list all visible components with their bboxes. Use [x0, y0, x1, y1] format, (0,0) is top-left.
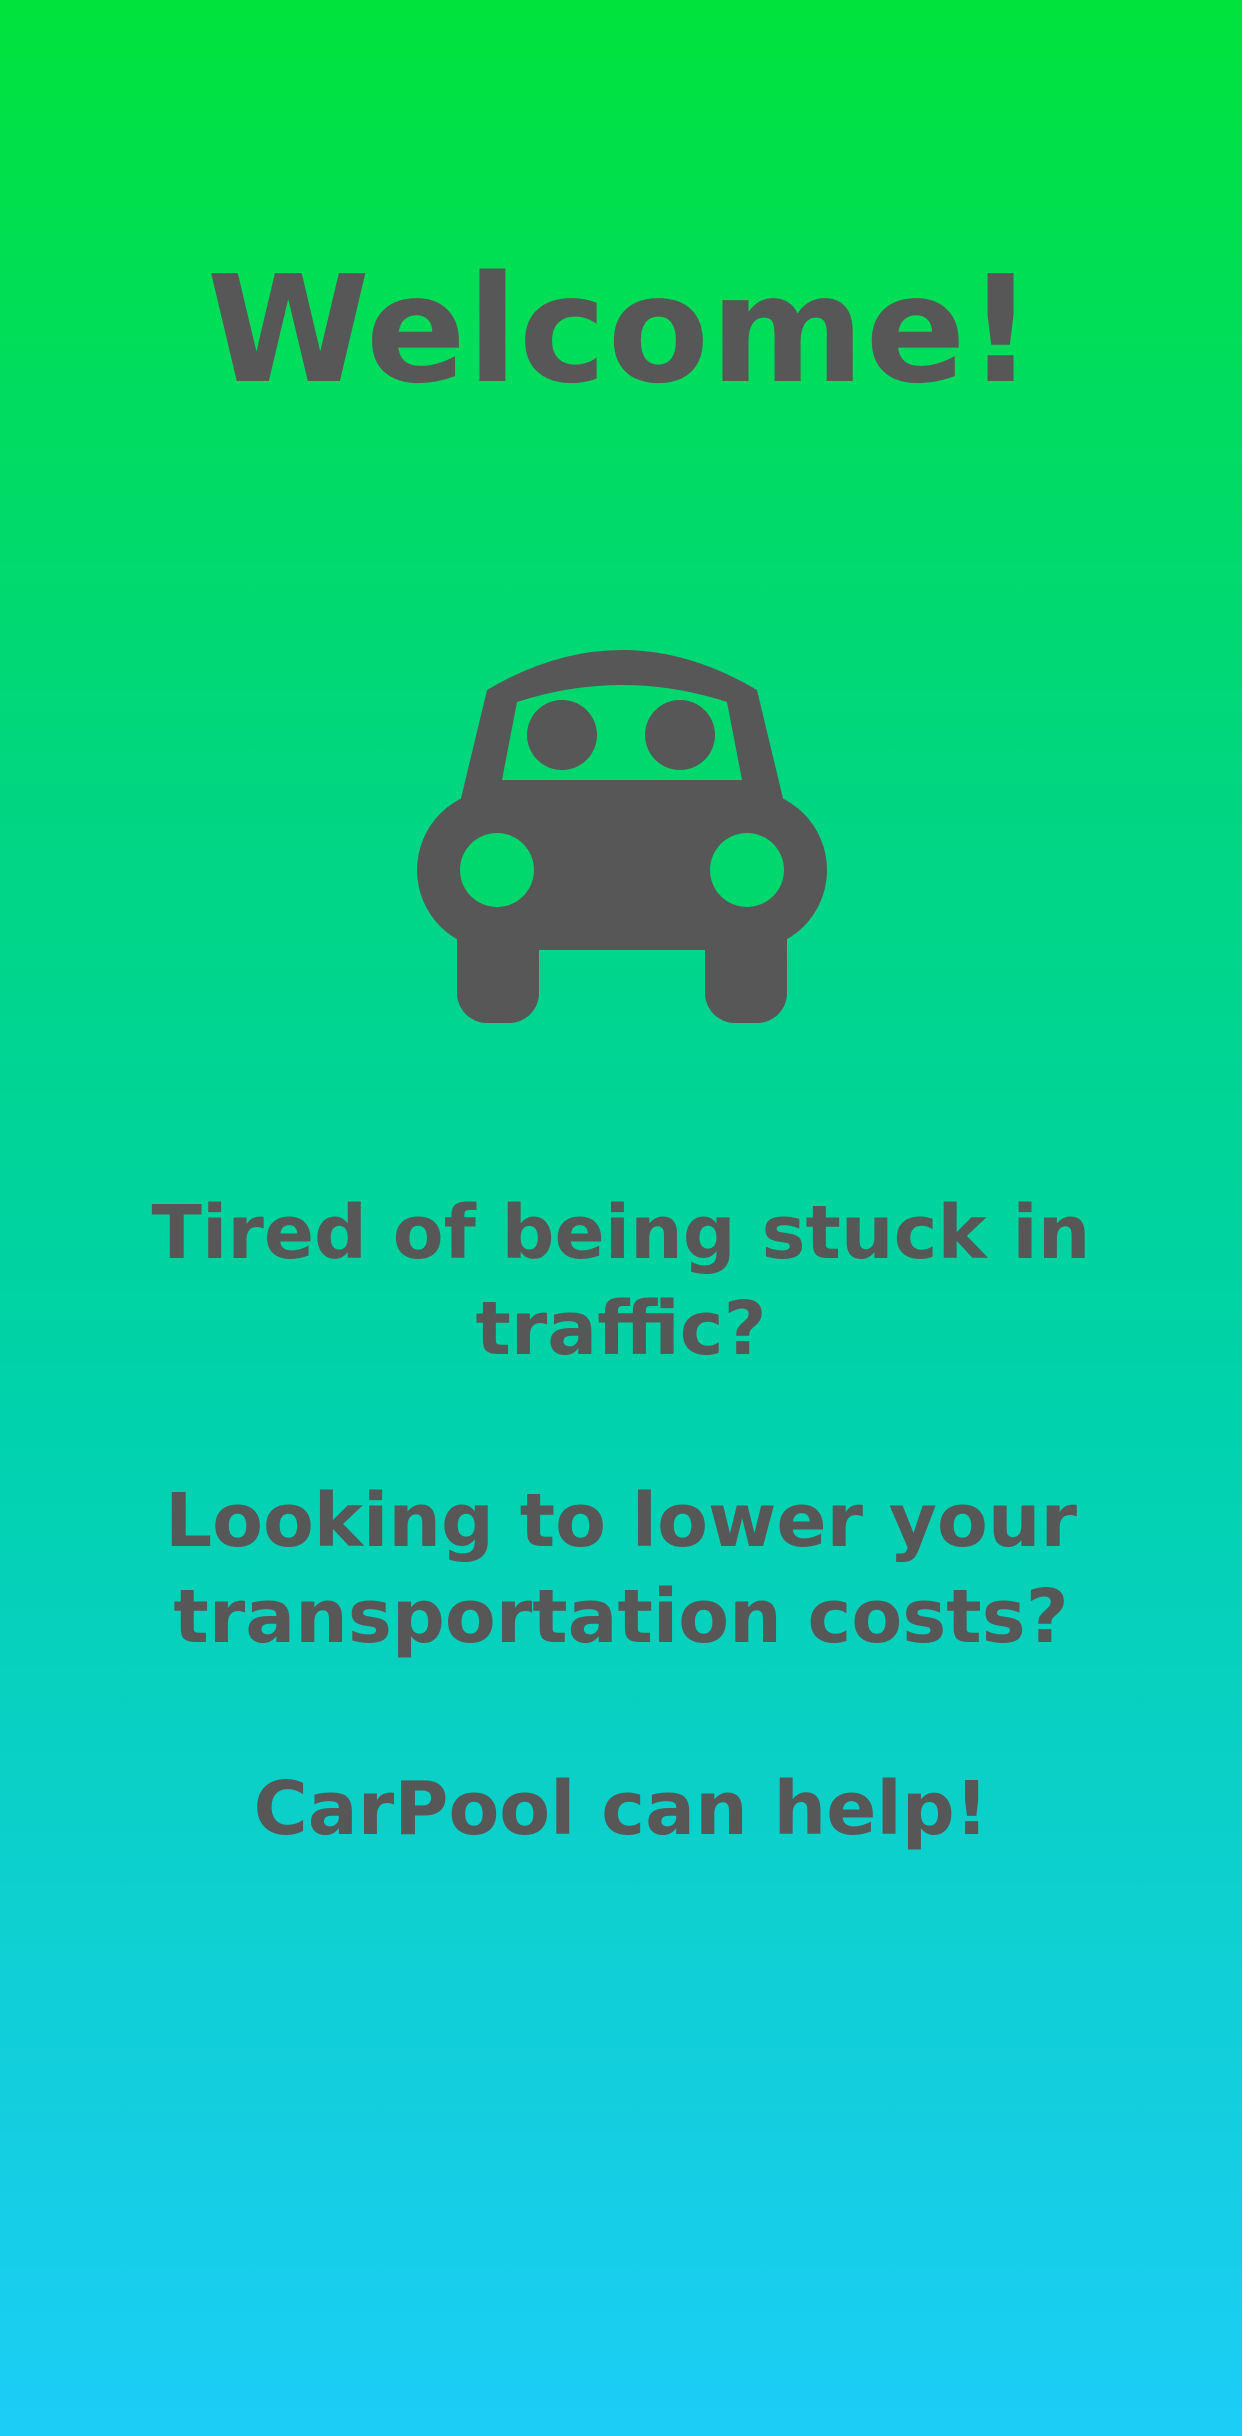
message-carpool: CarPool can help! [253, 1766, 989, 1852]
welcome-message: Tired of being stuck in traffic? Looking… [121, 1185, 1121, 1857]
message-costs: Looking to lower your transportation cos… [164, 1478, 1078, 1660]
welcome-title: Welcome! [206, 244, 1036, 416]
car-icon [417, 650, 827, 1023]
message-traffic: Tired of being stuck in traffic? [151, 1190, 1091, 1372]
